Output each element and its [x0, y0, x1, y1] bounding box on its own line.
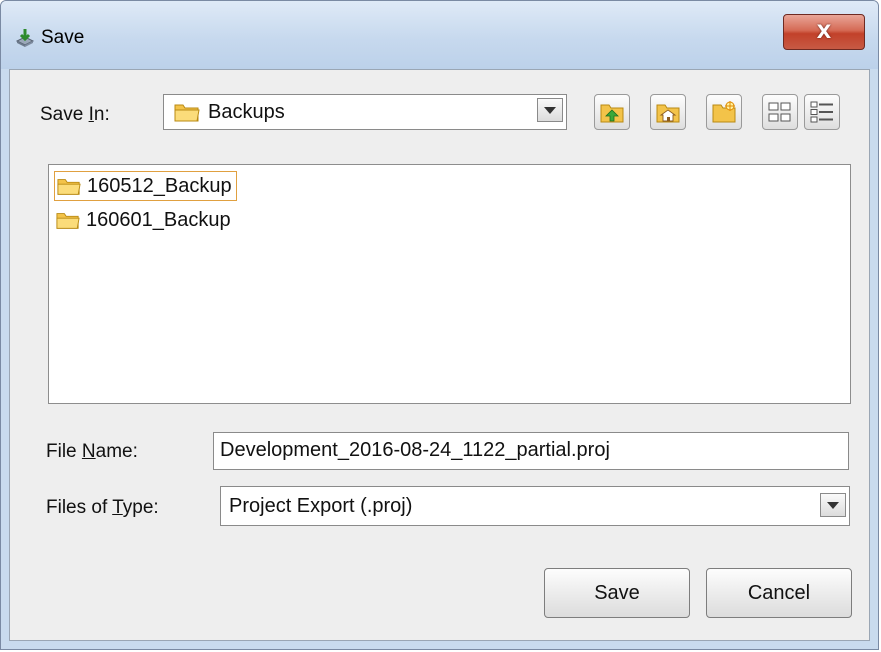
save-in-dropdown[interactable]: Backups [163, 94, 567, 130]
save-in-value: Backups [208, 101, 285, 123]
title-bar: Save X [1, 1, 878, 69]
chevron-down-icon [827, 501, 839, 509]
list-view-icon [768, 102, 791, 122]
list-item[interactable]: 160512_Backup [54, 171, 237, 201]
chevron-down-icon [544, 106, 556, 114]
home-icon [656, 104, 680, 123]
save-button[interactable]: Save [544, 568, 690, 618]
files-of-type-label: Files of Type: [46, 497, 159, 518]
files-of-type-dropdown[interactable]: Project Export (.proj) [220, 486, 850, 526]
files-of-type-dropdown-arrow[interactable] [820, 493, 846, 517]
folder-icon [174, 104, 200, 122]
details-view-icon [810, 101, 833, 123]
save-dialog: Save X Save In: Backups 160512_Backup 16… [0, 0, 879, 650]
new-folder-button[interactable] [706, 94, 742, 130]
list-item-label: 160512_Backup [87, 175, 232, 197]
files-of-type-value: Project Export (.proj) [229, 495, 413, 517]
list-item-label: 160601_Backup [86, 209, 231, 231]
save-app-icon [15, 29, 35, 47]
file-name-label: File Name: [46, 441, 138, 462]
file-list[interactable]: 160512_Backup 160601_Backup [48, 164, 851, 404]
home-button[interactable] [650, 94, 686, 130]
folder-icon [57, 179, 81, 195]
close-icon: X [816, 21, 832, 43]
new-folder-icon [712, 101, 736, 123]
close-button[interactable]: X [783, 14, 865, 50]
cancel-button[interactable]: Cancel [706, 568, 852, 618]
list-view-button[interactable] [762, 94, 798, 130]
list-item[interactable]: 160601_Backup [54, 205, 235, 235]
up-one-level-button[interactable] [594, 94, 630, 130]
window-title: Save [41, 27, 85, 48]
details-view-button[interactable] [804, 94, 840, 130]
save-in-dropdown-arrow[interactable] [537, 98, 563, 122]
save-in-label: Save In: [40, 104, 110, 125]
folder-icon [56, 213, 80, 229]
file-name-field[interactable]: Development_2016-08-24_1122_partial.proj [213, 432, 849, 470]
folder-up-icon [600, 104, 624, 123]
dialog-body: Save In: Backups 160512_Backup 160601_Ba… [9, 69, 870, 641]
